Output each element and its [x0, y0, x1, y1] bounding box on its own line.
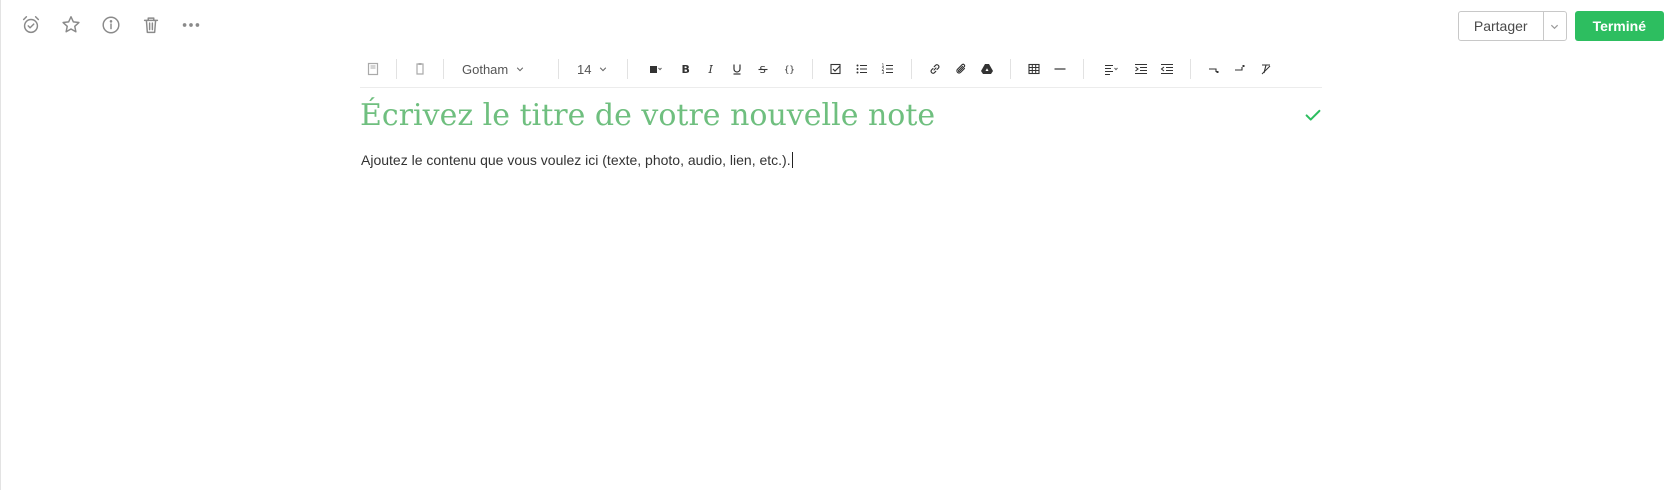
toolbar-separator — [1190, 59, 1191, 79]
text-color-picker[interactable] — [638, 55, 672, 83]
svg-text:I: I — [708, 63, 714, 76]
share-button[interactable]: Partager — [1459, 12, 1543, 40]
indent-icon[interactable] — [1128, 55, 1154, 83]
font-size-value: 14 — [577, 61, 592, 77]
more-icon[interactable] — [178, 12, 204, 38]
note-body-text: Ajoutez le contenu que vous voulez ici (… — [361, 152, 791, 168]
alignment-select[interactable] — [1094, 55, 1128, 83]
chevron-down-icon — [1550, 24, 1559, 29]
trash-icon[interactable] — [138, 12, 164, 38]
notebook-icon[interactable] — [360, 55, 386, 83]
toolbar-separator — [396, 59, 397, 79]
numbered-list-icon[interactable]: 123 — [875, 55, 901, 83]
google-drive-icon[interactable] — [974, 55, 1000, 83]
bold-icon[interactable]: B — [672, 55, 698, 83]
toolbar-separator — [627, 59, 628, 79]
tag-icon[interactable] — [407, 55, 433, 83]
color-square-icon — [650, 66, 662, 73]
clear-formatting-icon[interactable] — [1253, 55, 1279, 83]
toolbar-separator — [812, 59, 813, 79]
share-options-dropdown[interactable] — [1542, 12, 1566, 40]
done-button[interactable]: Terminé — [1574, 11, 1664, 41]
toolbar-separator — [443, 59, 444, 79]
window-left-border — [0, 0, 1, 490]
chevron-down-icon — [595, 60, 607, 78]
bulleted-list-icon[interactable] — [849, 55, 875, 83]
outdent-icon[interactable] — [1154, 55, 1180, 83]
reminder-alarm-icon[interactable] — [18, 12, 44, 38]
star-icon[interactable] — [58, 12, 84, 38]
table-icon[interactable] — [1021, 55, 1047, 83]
font-family-value: Gotham — [462, 61, 509, 77]
share-button-group: Partager — [1457, 11, 1567, 41]
toolbar-separator — [911, 59, 912, 79]
toolbar-separator — [1010, 59, 1011, 79]
toolbar-separator — [1083, 59, 1084, 79]
formatting-toolbar: Gotham 14 B I S {} 123 — [360, 51, 1322, 88]
text-cursor — [791, 152, 793, 168]
checkbox-icon[interactable] — [823, 55, 849, 83]
attachment-icon[interactable] — [948, 55, 974, 83]
info-icon[interactable] — [98, 12, 124, 38]
toolbar-separator — [558, 59, 559, 79]
font-family-select[interactable]: Gotham — [454, 55, 548, 83]
note-actions-bar — [18, 10, 204, 40]
svg-text:S: S — [760, 65, 766, 76]
svg-text:B: B — [682, 63, 690, 76]
superscript-icon[interactable] — [1227, 55, 1253, 83]
horizontal-rule-icon[interactable] — [1047, 55, 1073, 83]
align-left-icon — [1105, 64, 1118, 76]
font-size-select[interactable]: 14 — [569, 55, 617, 83]
link-icon[interactable] — [922, 55, 948, 83]
note-title-input[interactable]: Écrivez le titre de votre nouvelle note — [360, 98, 935, 133]
subscript-icon[interactable] — [1201, 55, 1227, 83]
svg-text:{}: {} — [784, 66, 795, 76]
header-right-actions: Partager Terminé — [1457, 11, 1664, 41]
strikethrough-icon[interactable]: S — [750, 55, 776, 83]
italic-icon[interactable]: I — [698, 55, 724, 83]
note-body-editor[interactable]: Ajoutez le contenu que vous voulez ici (… — [361, 152, 793, 168]
chevron-down-icon — [512, 60, 524, 78]
code-block-icon[interactable]: {} — [776, 55, 802, 83]
checkmark-icon — [1305, 109, 1321, 121]
underline-icon[interactable] — [724, 55, 750, 83]
svg-text:3: 3 — [882, 70, 885, 76]
